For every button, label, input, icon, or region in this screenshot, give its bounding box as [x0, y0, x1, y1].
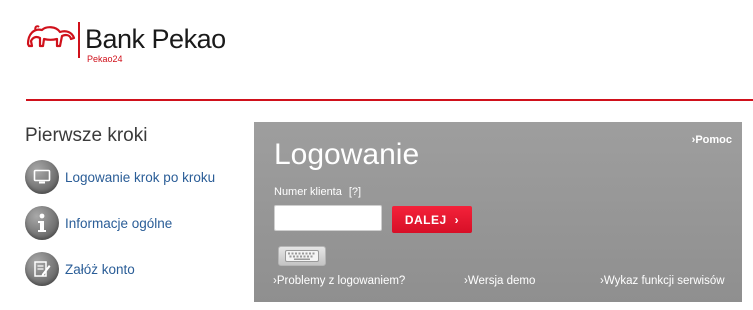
service-functions-link[interactable]: ›Wykaz funkcji serwisów: [600, 275, 725, 287]
sidebar-item-label: Informacje ogólne: [65, 215, 173, 231]
logo-divider: [78, 22, 80, 58]
info-icon: [25, 206, 59, 240]
link-label: Problemy z logowaniem?: [276, 275, 406, 287]
client-number-input[interactable]: [274, 205, 382, 231]
login-title: Logowanie: [274, 138, 420, 171]
keyboard-icon: [285, 250, 319, 262]
sidebar-item-login-steps[interactable]: Logowanie krok po kroku: [25, 160, 215, 194]
next-button[interactable]: DALEJ ›: [392, 206, 472, 233]
sidebar-item-open-account[interactable]: Załóż konto: [25, 252, 135, 286]
link-label: Wersja demo: [467, 275, 536, 287]
login-problems-link[interactable]: ›Problemy z logowaniem?: [273, 275, 405, 287]
bison-logo-icon: [26, 25, 76, 48]
edit-document-icon: [25, 252, 59, 286]
client-number-label: Numer klienta [?]: [274, 186, 361, 198]
brand-name: Bank Pekao: [85, 24, 226, 54]
sidebar-title: Pierwsze kroki: [25, 125, 148, 146]
chevron-right-icon: ›: [454, 212, 460, 227]
next-button-label: DALEJ: [404, 212, 447, 227]
monitor-icon: [25, 160, 59, 194]
brand-subtitle: Pekao24: [87, 54, 123, 64]
link-label: Wykaz funkcji serwisów: [603, 275, 725, 287]
virtual-keyboard-button[interactable]: [278, 246, 326, 266]
header-divider: [26, 99, 753, 101]
help-link[interactable]: ›Pomoc: [692, 134, 732, 146]
sidebar-item-general-info[interactable]: Informacje ogólne: [25, 206, 172, 240]
sidebar-item-label: Logowanie krok po kroku: [65, 169, 216, 185]
client-number-label-text: Numer klienta: [274, 186, 342, 198]
client-number-help-link[interactable]: [?]: [349, 186, 361, 198]
login-panel: ›Pomoc Logowanie Numer klienta [?] DALEJ …: [254, 122, 742, 302]
help-link-label: Pomoc: [695, 134, 732, 146]
demo-version-link[interactable]: ›Wersja demo: [464, 275, 535, 287]
sidebar-item-label: Załóż konto: [65, 261, 135, 277]
